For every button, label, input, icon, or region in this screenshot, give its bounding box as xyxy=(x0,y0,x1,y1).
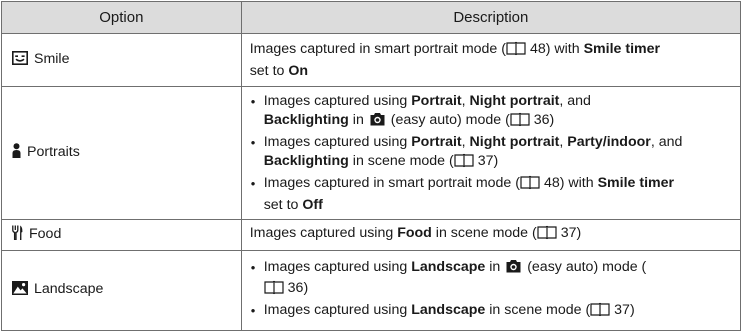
table-row-portraits: Portraits Images captured using Portrait… xyxy=(1,86,742,220)
list-item: Images captured using Portrait, Night po… xyxy=(251,133,732,174)
food-utensils-icon xyxy=(12,225,23,246)
book-reference-icon xyxy=(520,175,540,196)
table-header-row: Option Description xyxy=(1,1,742,34)
description-cell-food: Images captured using Food in scene mode… xyxy=(240,219,742,251)
option-label-food: Food xyxy=(29,225,62,242)
smile-face-icon xyxy=(12,50,28,71)
description-cell-portraits: Images captured using Portrait, Night po… xyxy=(240,86,742,220)
list-item: Images captured in smart portrait mode (… xyxy=(251,174,732,215)
option-cell-portraits: Portraits xyxy=(1,86,242,220)
landscape-mountain-icon xyxy=(12,281,28,301)
option-cell-food: Food xyxy=(1,219,242,251)
description-column-header: Description xyxy=(240,1,742,34)
easy-auto-camera-icon xyxy=(506,259,521,279)
table-row-food: Food Images captured using Food in scene… xyxy=(1,219,742,251)
list-item: Images captured using Landscape in scene… xyxy=(251,301,732,323)
table-row-landscape: Landscape Images captured using Landscap… xyxy=(1,250,742,331)
description-cell-landscape: Images captured using Landscape in (easy… xyxy=(240,250,742,331)
option-cell-smile: Smile xyxy=(1,33,242,87)
book-reference-icon xyxy=(510,112,530,133)
option-label-landscape: Landscape xyxy=(34,281,104,297)
table-row-smile: Smile Images captured in smart portrait … xyxy=(1,33,742,87)
book-reference-icon xyxy=(264,280,284,301)
list-item: Images captured using Landscape in (easy… xyxy=(251,258,732,301)
book-reference-icon xyxy=(590,302,610,323)
description-cell-smile: Images captured in smart portrait mode (… xyxy=(240,33,742,87)
options-table: Option Description Smile Images captured… xyxy=(1,1,742,331)
option-label-smile: Smile xyxy=(34,50,70,67)
book-reference-icon xyxy=(537,225,557,246)
option-cell-landscape: Landscape xyxy=(1,250,242,331)
list-item: Images captured using Portrait, Night po… xyxy=(251,92,732,133)
portrait-person-icon xyxy=(12,142,21,164)
book-reference-icon xyxy=(454,153,474,174)
book-reference-icon xyxy=(506,41,526,62)
easy-auto-camera-icon xyxy=(370,112,385,132)
option-label-portraits: Portraits xyxy=(27,143,80,160)
option-column-header: Option xyxy=(1,1,242,34)
